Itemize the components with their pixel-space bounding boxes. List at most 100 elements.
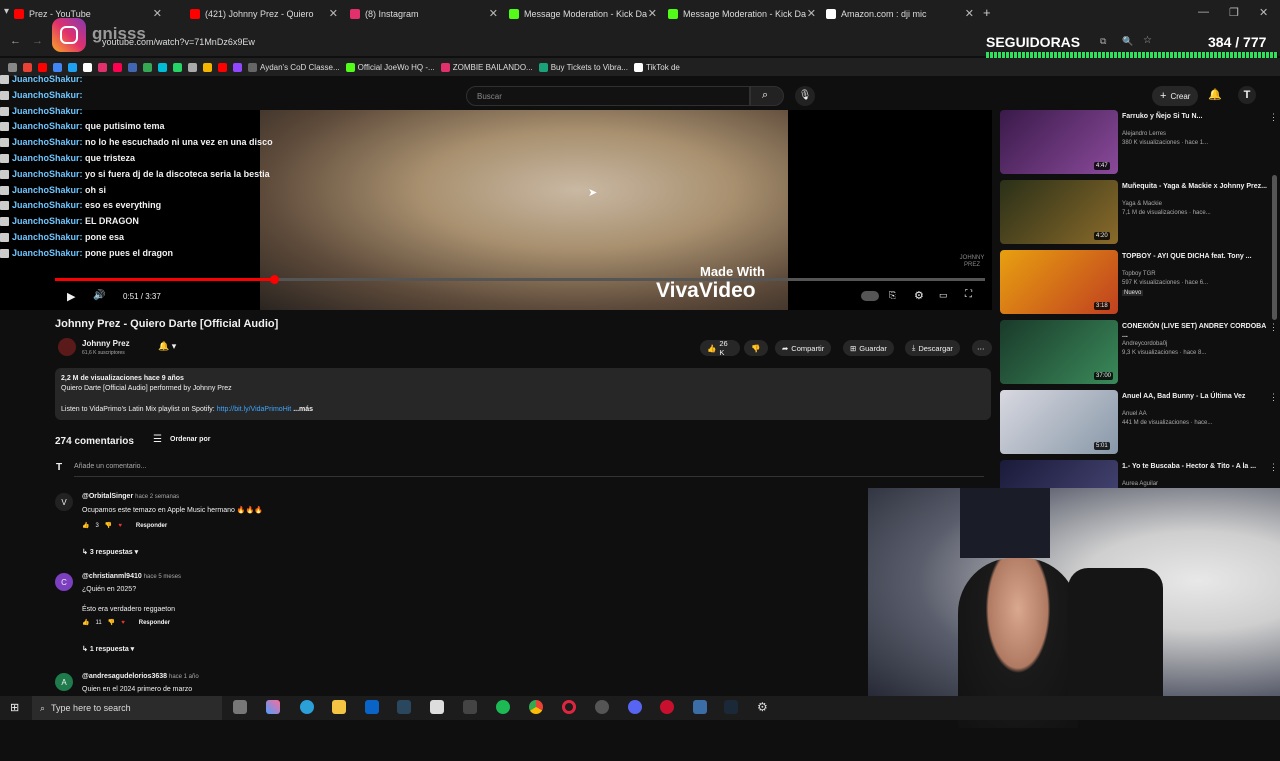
close-tab-icon[interactable]: ✕ bbox=[807, 7, 816, 20]
bookmark-item[interactable]: TikTok de bbox=[633, 62, 680, 72]
discord-icon[interactable] bbox=[628, 700, 642, 714]
fullscreen-icon[interactable]: ⛶ bbox=[965, 289, 972, 300]
more-options-icon[interactable]: ⋮ bbox=[1269, 112, 1278, 123]
opera-icon[interactable] bbox=[562, 700, 576, 714]
recommended-video[interactable]: 3:18 TOPBOY - AYI QUE DICHA feat. Tony ..… bbox=[1000, 250, 1280, 316]
recommended-video[interactable]: 37:00 CONEXIÓN (LIVE SET) ANDREY CORDOBA … bbox=[1000, 320, 1280, 386]
dislike-button[interactable]: 👎 bbox=[744, 340, 768, 356]
bell-icon[interactable]: 🔔 ▾ bbox=[158, 341, 176, 352]
reply-button[interactable]: Responder bbox=[136, 523, 167, 529]
settings-icon[interactable]: ⚙ bbox=[757, 700, 771, 714]
play-icon[interactable]: ▶ bbox=[67, 290, 75, 303]
view-replies-button[interactable]: ↳ 1 respuesta ▾ bbox=[82, 645, 134, 653]
close-window-icon[interactable]: ✕ bbox=[1259, 6, 1268, 19]
browser-tab[interactable]: (421) Johnny Prez - Quiero ✕ bbox=[190, 4, 340, 24]
site-icon[interactable] bbox=[68, 62, 77, 72]
description-link[interactable]: http://bit.ly/VidaPrimoHit bbox=[217, 406, 292, 413]
video-channel[interactable]: Aurea Aguilar bbox=[1122, 481, 1158, 487]
restore-icon[interactable]: ❐ bbox=[1229, 6, 1239, 19]
search-button[interactable]: ⌕ bbox=[750, 86, 784, 106]
comment-avatar[interactable]: V bbox=[55, 493, 73, 511]
channel-name[interactable]: Johnny Prez bbox=[82, 339, 130, 348]
apps-icon[interactable] bbox=[8, 62, 17, 72]
search-input[interactable]: Buscar bbox=[466, 86, 750, 106]
steam-icon[interactable] bbox=[397, 700, 411, 714]
video-channel[interactable]: Topboy TGR bbox=[1122, 271, 1156, 277]
more-options-icon[interactable]: ⋮ bbox=[1269, 322, 1278, 333]
reply-button[interactable]: Responder bbox=[139, 620, 170, 626]
video-title[interactable]: Anuel AA, Bad Bunny - La Última Vez bbox=[1122, 392, 1272, 401]
obs-icon[interactable] bbox=[595, 700, 609, 714]
recommended-video[interactable]: 5:01 Anuel AA, Bad Bunny - La Última Vez A… bbox=[1000, 390, 1280, 456]
view-replies-button[interactable]: ↳ 3 respuestas ▾ bbox=[82, 548, 138, 556]
video-title[interactable]: CONEXIÓN (LIVE SET) ANDREY CORDOBA ... bbox=[1122, 322, 1272, 340]
close-tab-icon[interactable]: ✕ bbox=[648, 7, 657, 20]
youtube-icon[interactable] bbox=[218, 62, 227, 72]
bookmark-item[interactable]: Buy Tickets to Vibra... bbox=[538, 62, 628, 72]
minimize-icon[interactable]: — bbox=[1198, 6, 1209, 18]
edge-icon[interactable] bbox=[300, 700, 314, 714]
browser-tab[interactable]: (8) Instagram ✕ bbox=[350, 4, 500, 24]
outlook-icon[interactable] bbox=[365, 700, 379, 714]
site-icon[interactable] bbox=[188, 62, 197, 72]
thumbs-up-icon[interactable]: 👍 bbox=[82, 522, 89, 529]
twitch-icon[interactable] bbox=[233, 62, 242, 72]
thumbs-down-icon[interactable]: 👎 bbox=[105, 522, 112, 529]
site-icon[interactable] bbox=[173, 62, 182, 72]
channel-avatar[interactable] bbox=[58, 338, 76, 356]
copilot-icon[interactable] bbox=[266, 700, 280, 714]
chrome-icon[interactable] bbox=[529, 700, 543, 714]
steam-icon[interactable] bbox=[724, 700, 738, 714]
autoplay-toggle[interactable] bbox=[861, 291, 879, 301]
share-button[interactable]: ➦ Compartir bbox=[775, 340, 832, 356]
recommended-video[interactable]: 4:47 Farruko y Ñejo Si Tu N... Alejandro L… bbox=[1000, 110, 1280, 176]
comment-author[interactable]: @christianml9410 bbox=[82, 573, 142, 580]
bookmark-item[interactable]: Official JoeWo HQ -... bbox=[345, 62, 435, 72]
youtube-icon[interactable] bbox=[38, 62, 47, 72]
url-text[interactable]: youtube.com/watch?v=71MnDz6x9Ew bbox=[102, 37, 255, 47]
app-icon[interactable] bbox=[463, 700, 477, 714]
subtitles-icon[interactable]: ⎘ bbox=[889, 290, 896, 301]
add-comment-input[interactable]: Añade un comentario... bbox=[74, 463, 984, 477]
more-options-icon[interactable]: ⋮ bbox=[1269, 392, 1278, 403]
show-more-link[interactable]: ...más bbox=[293, 406, 313, 413]
download-button[interactable]: ⤓ Descargar bbox=[905, 340, 960, 356]
video-title[interactable]: 1.- Yo te Buscaba - Hector & Tito - A la… bbox=[1122, 462, 1272, 471]
comment-author[interactable]: @OrbitalSinger bbox=[82, 493, 133, 500]
save-button[interactable]: ⊞ Guardar bbox=[843, 340, 894, 356]
video-channel[interactable]: Anuel AA bbox=[1122, 411, 1147, 417]
taskbar-search[interactable]: ⌕ Type here to search bbox=[32, 696, 222, 720]
more-actions-button[interactable]: ⋯ bbox=[972, 340, 992, 356]
sort-icon[interactable]: ☰ bbox=[153, 434, 162, 445]
close-tab-icon[interactable]: ✕ bbox=[329, 7, 338, 20]
site-icon[interactable] bbox=[158, 62, 167, 72]
back-icon[interactable]: ← bbox=[10, 35, 21, 47]
site-icon[interactable] bbox=[113, 62, 122, 72]
description-box[interactable]: 2,2 M de visualizaciones hace 9 años Qui… bbox=[55, 368, 991, 420]
browser-tab[interactable]: Message Moderation - Kick Da ✕ bbox=[668, 4, 818, 24]
sidebar-scrollbar[interactable] bbox=[1272, 175, 1277, 320]
video-channel[interactable]: Yaga & Mackie bbox=[1122, 201, 1162, 207]
video-channel[interactable]: Andreycordoba0j bbox=[1122, 341, 1167, 347]
sort-by-button[interactable]: Ordenar por bbox=[170, 436, 210, 443]
voice-search-icon[interactable]: 🎙 bbox=[795, 86, 815, 106]
browser-tab[interactable]: Amazon.com : dji mic ✕ bbox=[826, 4, 976, 24]
new-tab-button[interactable]: + bbox=[983, 5, 991, 20]
thumbs-down-icon[interactable]: 👎 bbox=[108, 619, 115, 626]
file-explorer-icon[interactable] bbox=[332, 700, 346, 714]
tab-list-icon[interactable]: ▾ bbox=[4, 6, 9, 17]
volume-icon[interactable]: 🔊 bbox=[93, 290, 105, 301]
site-icon[interactable] bbox=[203, 62, 212, 72]
bookmark-item[interactable]: ZOMBIE BAILANDO... bbox=[440, 62, 533, 72]
comment-avatar[interactable]: C bbox=[55, 573, 73, 591]
settings-icon[interactable]: ⚙ bbox=[914, 289, 924, 302]
comment-avatar[interactable]: A bbox=[55, 673, 73, 691]
close-tab-icon[interactable]: ✕ bbox=[965, 7, 974, 20]
bookmark-item[interactable]: Aydan's CoD Classe... bbox=[248, 62, 340, 72]
miniplayer-icon[interactable]: ▭ bbox=[939, 290, 948, 301]
video-title[interactable]: TOPBOY - AYI QUE DICHA feat. Tony ... bbox=[1122, 252, 1272, 261]
browser-tab[interactable]: Message Moderation - Kick Da ✕ bbox=[509, 4, 659, 24]
create-button[interactable]: + Crear bbox=[1152, 86, 1199, 106]
thumbs-up-icon[interactable]: 👍 bbox=[82, 619, 89, 626]
site-icon[interactable] bbox=[53, 62, 62, 72]
